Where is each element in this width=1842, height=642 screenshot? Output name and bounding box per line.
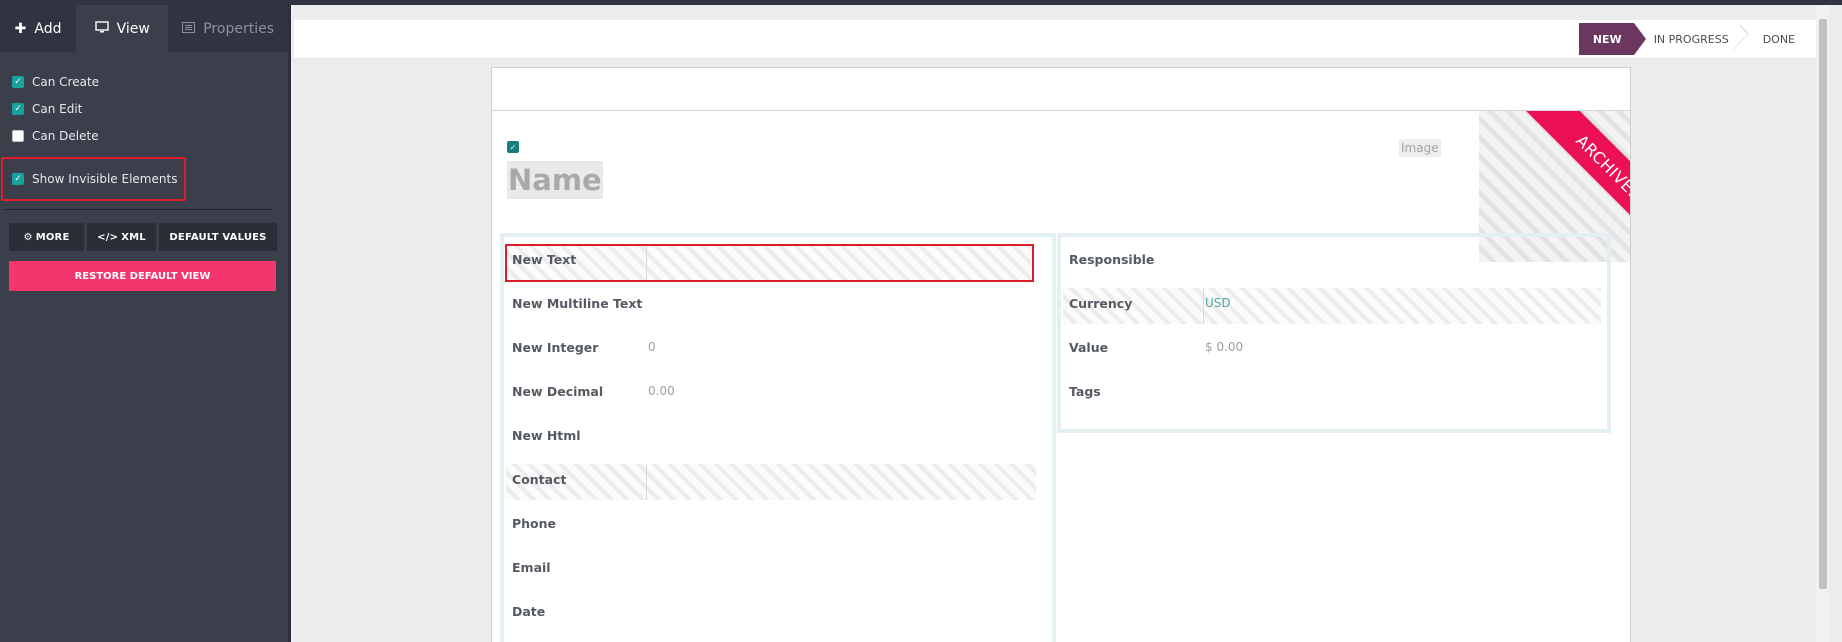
show-invisible-option[interactable]: ✓ Show Invisible Elements bbox=[0, 157, 288, 201]
more-label: MORE bbox=[35, 231, 70, 243]
stage-new-label: NEW bbox=[1592, 32, 1622, 46]
field-currency[interactable]: Currency USD bbox=[1061, 281, 1607, 325]
field-divider bbox=[646, 464, 647, 500]
field-label: Date bbox=[512, 603, 546, 619]
field-label: New Text bbox=[512, 251, 577, 267]
field-contact[interactable]: Contact bbox=[504, 457, 1052, 501]
restore-default-view-button[interactable]: RESTORE DEFAULT VIEW bbox=[9, 261, 276, 291]
checkbox-checked-icon[interactable]: ✓ bbox=[12, 75, 24, 88]
plus-icon: ✚ bbox=[14, 20, 27, 37]
field-tags[interactable]: Tags bbox=[1061, 369, 1607, 413]
show-invisible-label: Show Invisible Elements bbox=[32, 172, 178, 186]
default-values-button[interactable]: DEFAULT VALUES bbox=[159, 223, 277, 251]
monitor-icon bbox=[94, 20, 109, 37]
checkbox-checked-icon[interactable]: ✓ bbox=[12, 102, 24, 115]
field-email[interactable]: Email bbox=[504, 545, 1052, 589]
field-label: New Decimal bbox=[512, 383, 604, 399]
status-bar: NEW IN PROGRESS DONE bbox=[294, 20, 1829, 59]
can-delete-label: Can Delete bbox=[32, 128, 99, 143]
gear-icon: ⚙ bbox=[23, 231, 33, 243]
can-create-option[interactable]: ✓ Can Create bbox=[0, 68, 288, 95]
sidebar-tabs: ✚ Add View Properties bbox=[0, 5, 288, 52]
field-value: $ 0.00 bbox=[1205, 340, 1244, 354]
stage-pipeline: NEW IN PROGRESS DONE bbox=[1578, 20, 1829, 58]
xml-button[interactable]: </> XML bbox=[87, 223, 156, 251]
field-divider bbox=[646, 244, 647, 280]
can-create-label: Can Create bbox=[32, 74, 100, 89]
field-value[interactable]: USD bbox=[1203, 296, 1231, 310]
sidebar-buttons: ⚙ MORE </> XML DEFAULT VALUES bbox=[9, 223, 288, 251]
title-area: ✓ Name bbox=[507, 141, 603, 199]
field-label: Phone bbox=[512, 515, 557, 531]
stage-new[interactable]: NEW bbox=[1578, 23, 1646, 55]
field-label: New Multiline Text bbox=[512, 295, 643, 311]
tab-properties[interactable]: Properties bbox=[168, 5, 288, 52]
can-delete-option[interactable]: Can Delete bbox=[0, 122, 288, 149]
xml-label: XML bbox=[121, 231, 146, 243]
field-responsible[interactable]: Responsible bbox=[1061, 237, 1607, 281]
scroll-thumb[interactable] bbox=[1819, 19, 1827, 589]
form-editor: NEW IN PROGRESS DONE ARCHIVED ✓ Name Ima… bbox=[294, 5, 1829, 642]
field-label: New Html bbox=[512, 427, 581, 443]
checkbox-checked-icon[interactable]: ✓ bbox=[12, 173, 24, 185]
field-phone[interactable]: Phone bbox=[504, 501, 1052, 545]
more-button[interactable]: ⚙ MORE bbox=[9, 223, 84, 251]
restore-label: RESTORE DEFAULT VIEW bbox=[74, 270, 211, 282]
field-label: Value bbox=[1069, 339, 1109, 355]
name-field[interactable]: Name bbox=[507, 161, 603, 199]
field-label: Tags bbox=[1069, 383, 1101, 399]
field-value: 0.00 bbox=[648, 384, 675, 398]
field-new-html[interactable]: New Html bbox=[504, 413, 1052, 457]
stage-done-label: DONE bbox=[1762, 32, 1795, 46]
sidebar-divider bbox=[4, 209, 272, 210]
image-field[interactable]: Image bbox=[1399, 139, 1441, 157]
sheet-header bbox=[492, 68, 1630, 111]
left-field-group: New Text New Multiline Text New Integer … bbox=[500, 233, 1056, 642]
field-new-text[interactable]: New Text bbox=[504, 237, 1052, 282]
field-label: Currency bbox=[1069, 295, 1133, 311]
tab-view-label: View bbox=[116, 20, 150, 37]
field-label: Responsible bbox=[1069, 251, 1155, 267]
active-checkbox[interactable]: ✓ bbox=[507, 141, 519, 153]
studio-sidebar: ✚ Add View Properties ✓ Can Create ✓ Can… bbox=[0, 5, 291, 642]
tab-add[interactable]: ✚ Add bbox=[0, 5, 76, 52]
form-sheet: ARCHIVED ✓ Name Image New Text New Multi… bbox=[491, 67, 1631, 642]
field-new-decimal[interactable]: New Decimal 0.00 bbox=[504, 369, 1052, 413]
field-label: New Integer bbox=[512, 339, 599, 355]
list-icon bbox=[182, 21, 196, 37]
field-value: 0 bbox=[648, 340, 656, 354]
stage-in-progress[interactable]: IN PROGRESS bbox=[1634, 23, 1743, 55]
field-date[interactable]: Date bbox=[504, 589, 1052, 633]
checkbox-unchecked-icon[interactable] bbox=[12, 129, 24, 142]
vertical-scrollbar[interactable] bbox=[1816, 5, 1829, 642]
field-label: Contact bbox=[512, 471, 567, 487]
field-new-integer[interactable]: New Integer 0 bbox=[504, 325, 1052, 369]
tab-properties-label: Properties bbox=[203, 20, 274, 37]
field-value[interactable]: Value $ 0.00 bbox=[1061, 325, 1607, 369]
can-edit-label: Can Edit bbox=[32, 101, 83, 116]
stage-in-progress-label: IN PROGRESS bbox=[1653, 32, 1729, 46]
field-new-multiline-text[interactable]: New Multiline Text bbox=[504, 281, 1052, 325]
right-field-group: Responsible Currency USD Value $ 0.00 Ta… bbox=[1057, 233, 1611, 433]
field-label: Email bbox=[512, 559, 551, 575]
view-options: ✓ Can Create ✓ Can Edit Can Delete ✓ Sho… bbox=[0, 52, 288, 201]
code-icon: </> bbox=[97, 231, 119, 243]
default-values-label: DEFAULT VALUES bbox=[169, 231, 267, 243]
tab-view[interactable]: View bbox=[76, 5, 169, 52]
can-edit-option[interactable]: ✓ Can Edit bbox=[0, 95, 288, 122]
tab-add-label: Add bbox=[34, 20, 62, 37]
